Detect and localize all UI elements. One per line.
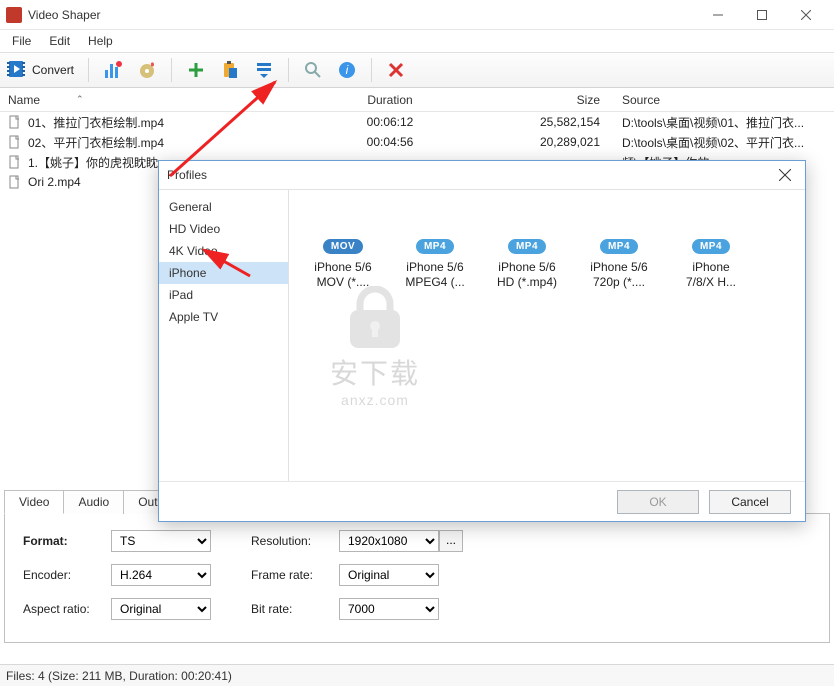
profiles-dialog: Profiles GeneralHD Video4K VideoiPhoneiP…	[158, 160, 806, 522]
close-button[interactable]	[784, 0, 828, 30]
format-badge: MP4	[508, 239, 546, 254]
file-icon	[8, 175, 22, 189]
equalizer-button[interactable]	[99, 56, 127, 84]
file-size: 20,289,021	[480, 135, 610, 149]
file-icon	[8, 115, 22, 129]
file-name: 02、平开门衣柜绘制.mp4	[28, 134, 164, 151]
file-name: Ori 2.mp4	[28, 175, 81, 189]
aspect-label: Aspect ratio:	[23, 602, 111, 616]
menu-edit[interactable]: Edit	[41, 32, 78, 50]
profile-name: iPhone 5/6MOV (*....	[301, 260, 385, 290]
format-badge: MOV	[323, 239, 363, 254]
status-bar: Files: 4 (Size: 211 MB, Duration: 00:20:…	[0, 664, 834, 686]
file-icon	[8, 135, 22, 149]
tab-audio[interactable]: Audio	[63, 490, 124, 514]
film-icon	[6, 59, 26, 82]
file-source: D:\tools\桌面\视频\02、平开门衣...	[610, 134, 834, 151]
file-duration: 00:06:12	[300, 115, 480, 129]
dialog-title: Profiles	[167, 168, 207, 182]
format-badge: MP4	[600, 239, 638, 254]
profile-item[interactable]: MP4 iPhone7/8/X H...	[669, 202, 753, 290]
convert-label[interactable]: Convert	[32, 63, 74, 77]
paste-button[interactable]	[216, 56, 244, 84]
profile-name: iPhone 5/6HD (*.mp4)	[485, 260, 569, 290]
resolution-combo[interactable]: 1920x1080	[339, 530, 439, 552]
file-duration: 00:04:56	[300, 135, 480, 149]
sort-arrow-icon: ⌃	[76, 94, 84, 105]
table-row[interactable]: 01、推拉门衣柜绘制.mp4 00:06:1225,582,154D:\tools…	[0, 112, 834, 132]
profile-name: iPhone7/8/X H...	[669, 260, 753, 290]
col-header-size[interactable]: Size	[480, 93, 610, 107]
col-header-duration[interactable]: Duration	[300, 93, 480, 107]
file-source: D:\tools\桌面\视频\01、推拉门衣...	[610, 114, 834, 131]
minimize-button[interactable]	[696, 0, 740, 30]
framerate-label: Frame rate:	[251, 568, 339, 582]
file-name: 01、推拉门衣柜绘制.mp4	[28, 114, 164, 131]
resolution-more-button[interactable]: ...	[439, 530, 463, 552]
search-button[interactable]	[299, 56, 327, 84]
category-item[interactable]: HD Video	[159, 218, 288, 240]
profile-item[interactable]: MP4 iPhone 5/6720p (*....	[577, 202, 661, 290]
toolbar: Convert i	[0, 52, 834, 88]
dialog-close-button[interactable]	[773, 163, 797, 187]
ok-button[interactable]: OK	[617, 490, 699, 514]
category-item[interactable]: Apple TV	[159, 306, 288, 328]
profile-item[interactable]: MOV iPhone 5/6MOV (*....	[301, 202, 385, 290]
col-header-name[interactable]: Name⌃	[0, 93, 300, 107]
window-title: Video Shaper	[28, 8, 696, 22]
file-size: 25,582,154	[480, 115, 610, 129]
category-list: GeneralHD Video4K VideoiPhoneiPadApple T…	[159, 190, 289, 481]
profile-item[interactable]: MP4 iPhone 5/6HD (*.mp4)	[485, 202, 569, 290]
bitrate-label: Bit rate:	[251, 602, 339, 616]
add-button[interactable]	[182, 56, 210, 84]
col-header-source[interactable]: Source	[610, 93, 834, 107]
encoder-label: Encoder:	[23, 568, 111, 582]
format-combo[interactable]: TS	[111, 530, 211, 552]
app-icon	[6, 7, 22, 23]
format-label: Format:	[23, 534, 111, 548]
menu-file[interactable]: File	[4, 32, 39, 50]
framerate-combo[interactable]: Original	[339, 564, 439, 586]
delete-button[interactable]	[382, 56, 410, 84]
table-row[interactable]: 02、平开门衣柜绘制.mp4 00:04:5620,289,021D:\tools…	[0, 132, 834, 152]
file-name: 1.【姚子】你的虎视眈眈	[28, 154, 158, 171]
burn-disc-button[interactable]	[133, 56, 161, 84]
aspect-combo[interactable]: Original	[111, 598, 211, 620]
info-button[interactable]: i	[333, 56, 361, 84]
bitrate-combo[interactable]: 7000	[339, 598, 439, 620]
format-badge: MP4	[416, 239, 454, 254]
profile-name: iPhone 5/6720p (*....	[577, 260, 661, 290]
category-item[interactable]: General	[159, 196, 288, 218]
profile-grid: MOV iPhone 5/6MOV (*.... MP4 iPhone 5/6MPEG…	[289, 190, 805, 481]
cancel-button[interactable]: Cancel	[709, 490, 791, 514]
menu-bar: File Edit Help	[0, 30, 834, 52]
resolution-label: Resolution:	[251, 534, 339, 548]
encoder-combo[interactable]: H.264	[111, 564, 211, 586]
category-item[interactable]: iPhone	[159, 262, 288, 284]
category-item[interactable]: 4K Video	[159, 240, 288, 262]
title-bar: Video Shaper	[0, 0, 834, 30]
status-text: Files: 4 (Size: 211 MB, Duration: 00:20:…	[6, 669, 232, 683]
category-item[interactable]: iPad	[159, 284, 288, 306]
svg-text:i: i	[346, 63, 349, 77]
tab-video[interactable]: Video	[4, 490, 64, 514]
menu-help[interactable]: Help	[80, 32, 121, 50]
profile-name: iPhone 5/6MPEG4 (...	[393, 260, 477, 290]
maximize-button[interactable]	[740, 0, 784, 30]
profiles-button[interactable]	[250, 56, 278, 84]
file-icon	[8, 155, 22, 169]
profile-item[interactable]: MP4 iPhone 5/6MPEG4 (...	[393, 202, 477, 290]
list-header: Name⌃ Duration Size Source	[0, 88, 834, 112]
format-badge: MP4	[692, 239, 730, 254]
